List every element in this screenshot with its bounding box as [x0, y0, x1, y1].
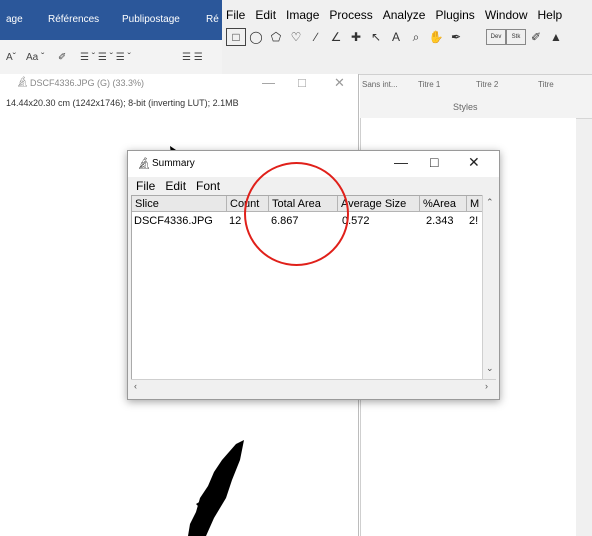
change-case-button[interactable]: Aa ˇ [26, 52, 44, 63]
menu-process[interactable]: Process [329, 8, 372, 22]
line-tool-icon[interactable]: ∕ [306, 28, 326, 46]
microscope-icon: 🔬︎ [16, 77, 29, 88]
list-buttons[interactable]: ☰ ˇ ☰ ˇ ☰ ˇ [80, 52, 131, 63]
scroll-up-icon[interactable]: ⌃ [486, 197, 494, 208]
image-window-title: DSCF4336.JPG (G) (33.3%) [30, 78, 145, 88]
maximize-icon[interactable]: □ [298, 75, 306, 90]
stk-tool-button[interactable]: Stk [506, 29, 526, 45]
summary-title: Summary [152, 158, 195, 169]
column-header-count[interactable]: Count [227, 196, 269, 212]
word-tab-references[interactable]: Références [48, 14, 99, 25]
cell-total-area: 6.867 [271, 215, 299, 227]
image-info-line: 14.44x20.30 cm (1242x1746); 8-bit (inver… [6, 98, 239, 108]
word-tab-publipostage[interactable]: Publipostage [122, 14, 180, 25]
summary-titlebar[interactable]: 🔬︎ Summary — □ ✕ [128, 151, 499, 177]
dropper-tool-icon[interactable]: ✒ [446, 28, 466, 46]
vertical-scrollbar[interactable]: ⌃ ⌄ [482, 195, 497, 379]
menu-edit[interactable]: Edit [255, 8, 276, 22]
freehand-tool-icon[interactable]: ♡ [286, 28, 306, 46]
menu-file[interactable]: File [226, 8, 245, 22]
style-sans-interligne[interactable]: Sans int... [362, 80, 398, 89]
scroll-left-icon[interactable]: ‹ [134, 381, 137, 391]
minimize-icon[interactable]: — [394, 154, 408, 170]
summary-menubar: File Edit Font [136, 179, 230, 193]
style-titre-2[interactable]: Titre 2 [476, 80, 498, 89]
root-body [188, 440, 244, 536]
menu-analyze[interactable]: Analyze [383, 8, 426, 22]
menu-window[interactable]: Window [485, 8, 528, 22]
word-ribbon-tabs: age Références Publipostage Ré [0, 0, 222, 40]
wand-tool-icon[interactable]: ↖ [366, 28, 386, 46]
rectangle-tool-icon[interactable]: □ [226, 28, 246, 46]
word-ribbon: Aˇ Aa ˇ ✐ ☰ ˇ ☰ ˇ ☰ ˇ ☰ ☰ [0, 40, 222, 75]
menu-image[interactable]: Image [286, 8, 319, 22]
column-header-slice[interactable]: Slice [132, 196, 227, 212]
summary-menu-font[interactable]: Font [196, 179, 220, 193]
scroll-right-icon[interactable]: › [485, 381, 488, 391]
menu-help[interactable]: Help [538, 8, 563, 22]
angle-tool-icon[interactable]: ∠ [326, 28, 346, 46]
word-styles-gallery: Sans int... Titre 1 Titre 2 Titre Styles [360, 74, 592, 119]
polygon-tool-icon[interactable]: ⬠ [266, 28, 286, 46]
column-header-total-area[interactable]: Total Area [269, 196, 338, 212]
column-header-average-size[interactable]: Average Size [338, 196, 420, 212]
results-table[interactable]: Slice Count Total Area Average Size %Are… [131, 195, 484, 381]
text-tool-icon[interactable]: A [386, 28, 406, 46]
dev-tool-button[interactable]: Dev [486, 29, 506, 45]
imagej-toolbar: □ ◯ ⬠ ♡ ∕ ∠ ✚ ↖ A ⌕ ✋ ✒ Dev Stk ✐ ▲ [226, 28, 566, 48]
brush-tool-icon[interactable]: ✐ [526, 28, 546, 46]
cell-count: 12 [229, 215, 242, 227]
scroll-down-icon[interactable]: ⌄ [486, 363, 494, 374]
close-icon[interactable]: ✕ [334, 75, 345, 91]
image-window-titlebar[interactable]: 🔬︎ DSCF4336.JPG (G) (33.3%) — □ ✕ [0, 74, 358, 96]
microscope-icon: 🔬︎ [137, 158, 151, 170]
style-titre[interactable]: Titre [538, 80, 554, 89]
summary-menu-file[interactable]: File [136, 179, 155, 193]
maximize-icon[interactable]: □ [430, 154, 438, 170]
close-icon[interactable]: ✕ [468, 154, 480, 171]
imagej-main-window: File Edit Image Process Analyze Plugins Window… [222, 0, 592, 75]
cell-percent-area: 2.343 [426, 215, 454, 227]
word-tab-revision[interactable]: Ré [206, 14, 219, 25]
imagej-menubar: File Edit Image Process Analyze Plugins Window… [226, 8, 572, 22]
style-titre-1[interactable]: Titre 1 [418, 80, 440, 89]
column-header-percent-area[interactable]: %Area [420, 196, 467, 212]
styles-group-label: Styles [453, 102, 478, 112]
word-tab-mise-en-page[interactable]: age [6, 14, 23, 25]
font-grow-button[interactable]: Aˇ [6, 52, 16, 63]
cell-average-size: 0.572 [342, 215, 370, 227]
clear-format-icon[interactable]: ✐ [58, 52, 66, 63]
minimize-icon[interactable]: — [262, 75, 275, 90]
oval-tool-icon[interactable]: ◯ [246, 28, 266, 46]
magnifier-tool-icon[interactable]: ⌕ [406, 28, 426, 46]
menu-plugins[interactable]: Plugins [435, 8, 474, 22]
horizontal-scrollbar[interactable]: ‹ › [131, 379, 496, 394]
summary-dialog: 🔬︎ Summary — □ ✕ File Edit Font Slice Coun… [127, 150, 500, 400]
point-tool-icon[interactable]: ✚ [346, 28, 366, 46]
cell-slice: DSCF4336.JPG [134, 215, 213, 227]
flood-fill-tool-icon[interactable]: ▲ [546, 28, 566, 46]
summary-menu-edit[interactable]: Edit [165, 179, 186, 193]
hand-tool-icon[interactable]: ✋ [426, 28, 446, 46]
align-buttons[interactable]: ☰ ☰ [182, 52, 203, 63]
cell-mean: 2! [469, 215, 479, 227]
